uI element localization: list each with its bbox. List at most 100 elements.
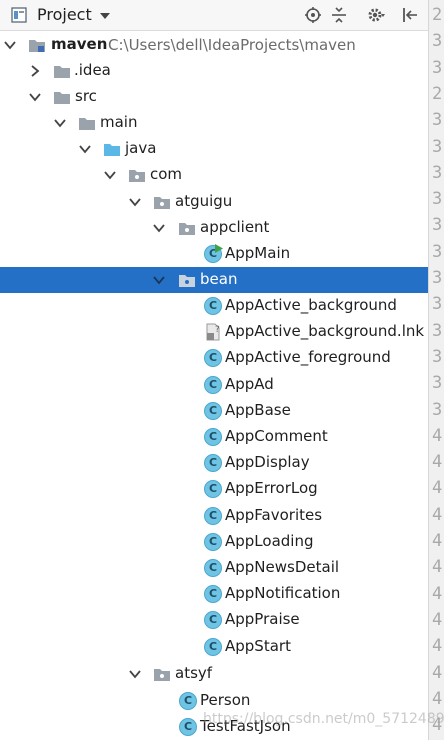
line-number: 4 [432, 688, 443, 709]
folder-icon [54, 66, 70, 78]
tree-node-appclient[interactable]: appclient [0, 215, 428, 241]
tree-node-label: AppMain [225, 244, 291, 262]
tree-node-class[interactable]: C AppActive_foreground [0, 345, 428, 371]
tree-node-appmain[interactable]: C AppMain [0, 241, 428, 267]
tree-node-class[interactable]: C AppNotification [0, 581, 428, 607]
line-number: 4 [432, 478, 443, 499]
tree-node-label: atsyf [175, 664, 213, 682]
project-toolbar: Project [0, 0, 428, 31]
folder-icon [54, 92, 70, 104]
line-number: 3 [432, 320, 443, 341]
module-folder-icon [29, 40, 45, 52]
tree-node-class[interactable]: C AppErrorLog [0, 476, 428, 502]
tree-node-class[interactable]: C AppNewsDetail [0, 555, 428, 581]
class-icon: C [204, 349, 222, 367]
tree-node-label: TestFastJson [200, 717, 291, 735]
chevron-down-icon[interactable] [128, 195, 142, 209]
tree-node-class[interactable]: C AppActive_background [0, 293, 428, 319]
tree-node-class[interactable]: C Person [0, 688, 428, 714]
class-icon: C [204, 454, 222, 472]
tree-node-label: AppStart [225, 637, 291, 655]
line-number: 3 [432, 31, 443, 52]
tree-node-label: AppDisplay [225, 453, 310, 471]
run-marker-icon [215, 244, 223, 253]
tree-node-maven[interactable]: maven C:\Users\dell\IdeaProjects\maven [0, 32, 428, 58]
line-number: 4 [432, 636, 443, 657]
tree-node-java[interactable]: java [0, 136, 428, 162]
tree-node-atguigu[interactable]: atguigu [0, 189, 428, 215]
tree-node-label: AppBase [225, 401, 291, 419]
line-number: 3 [432, 136, 443, 157]
class-icon: C [204, 376, 222, 394]
tree-node-com[interactable]: com [0, 162, 428, 188]
line-number: 4 [432, 557, 443, 578]
line-number: 3 [432, 346, 443, 367]
tree-node-class[interactable]: C AppFavorites [0, 503, 428, 529]
line-number: 4 [432, 715, 443, 736]
project-tree: maven C:\Users\dell\IdeaProjects\maven .… [0, 31, 428, 740]
chevron-down-icon[interactable] [152, 221, 166, 235]
tree-node-label: AppPraise [225, 610, 300, 628]
tree-node-src[interactable]: src [0, 84, 428, 110]
tree-node-class[interactable]: C AppPraise [0, 607, 428, 633]
tree-node-class[interactable]: C AppAd [0, 372, 428, 398]
line-number: 4 [432, 609, 443, 630]
tree-node-bean[interactable]: bean [0, 267, 428, 293]
line-number: 3 [432, 268, 443, 288]
chevron-down-icon[interactable] [128, 667, 142, 681]
chevron-down-icon[interactable] [100, 13, 110, 19]
locate-icon[interactable] [304, 6, 322, 24]
tree-node-class[interactable]: C AppLoading [0, 529, 428, 555]
chevron-down-icon[interactable] [53, 116, 67, 130]
chevron-down-icon[interactable] [152, 273, 166, 287]
settings-icon[interactable] [367, 6, 385, 24]
tree-node-class[interactable]: C AppComment [0, 424, 428, 450]
editor-gutter: 2 3 3 2 3 3 3 3 3 3 3 3 3 3 3 3 4 4 4 4 4 4 4 4 4 4 4 4 [428, 0, 444, 740]
chevron-right-icon[interactable] [28, 64, 42, 78]
class-icon: C [204, 559, 222, 577]
chevron-down-icon[interactable] [28, 90, 42, 104]
tree-node-label: AppNotification [225, 584, 341, 602]
class-icon: C [204, 507, 222, 525]
tree-node-label: AppActive_background [225, 296, 397, 314]
collapse-all-icon[interactable] [330, 6, 348, 24]
tree-node-class[interactable]: C AppStart [0, 634, 428, 660]
class-icon: C [204, 297, 222, 315]
class-icon: C [179, 692, 197, 710]
project-view-title[interactable]: Project [37, 6, 92, 24]
tree-node-label: java [125, 139, 157, 157]
tree-node-class[interactable]: C AppDisplay [0, 450, 428, 476]
tree-node-label: AppComment [225, 427, 328, 445]
unknown-file-icon: ? [206, 323, 220, 341]
line-number: 3 [432, 294, 443, 315]
line-number: 3 [432, 399, 443, 420]
class-icon: C [204, 638, 222, 656]
tree-node-label: src [75, 87, 97, 105]
class-icon: C [204, 428, 222, 446]
package-icon [179, 223, 195, 235]
line-number: 4 [432, 425, 443, 446]
project-view-icon [11, 7, 27, 23]
line-number: 4 [432, 583, 443, 604]
package-icon [179, 275, 195, 287]
chevron-down-icon[interactable] [3, 38, 17, 52]
tree-node-atsyf[interactable]: atsyf [0, 661, 428, 687]
class-icon: C [204, 611, 222, 629]
tree-node-class[interactable]: ? AppActive_background.lnk [0, 319, 428, 345]
tree-node-class[interactable]: C AppBase [0, 398, 428, 424]
tree-node-label: AppErrorLog [225, 479, 318, 497]
chevron-down-icon[interactable] [78, 142, 92, 156]
package-icon [154, 669, 170, 681]
tree-node-label: AppNewsDetail [225, 558, 340, 576]
hide-icon[interactable] [401, 6, 419, 24]
chevron-down-icon[interactable] [103, 168, 117, 182]
tree-node-label: bean [200, 270, 238, 288]
tree-node-idea[interactable]: .idea [0, 58, 428, 84]
line-number: 4 [432, 504, 443, 525]
package-icon [154, 197, 170, 209]
tree-node-label: AppLoading [225, 532, 314, 550]
tree-node-label: AppActive_foreground [225, 348, 391, 366]
tree-node-main[interactable]: main [0, 110, 428, 136]
folder-icon [79, 118, 95, 130]
tree-node-class[interactable]: C TestFastJson [0, 714, 428, 740]
